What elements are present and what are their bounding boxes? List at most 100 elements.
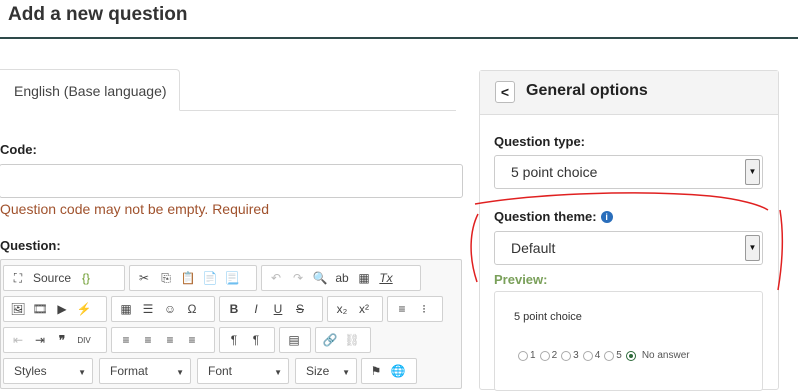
size-label: Size: [306, 364, 330, 378]
bullet-list-icon[interactable]: ⁝: [413, 298, 435, 320]
toolbar-group-insert: ▦ ☰ ☺ Ω: [111, 296, 215, 322]
indent-icon[interactable]: ⇥: [29, 329, 51, 351]
image-icon[interactable]: 🖼: [7, 298, 29, 320]
question-theme-select[interactable]: Default ▼: [494, 231, 763, 265]
toolbar-group-align: ≡ ≡ ≡ ≡: [111, 327, 215, 353]
blockquote-icon[interactable]: ❞: [51, 329, 73, 351]
code-label: Code:: [0, 142, 37, 157]
question-type-select[interactable]: 5 point choice ▼: [494, 155, 763, 189]
link-icon[interactable]: 🔗: [319, 329, 341, 351]
code-error-message: Question code may not be empty. Required: [0, 201, 270, 217]
styles-label: Styles: [14, 364, 47, 378]
code-input[interactable]: [0, 164, 463, 198]
paste-text-icon[interactable]: 📄: [199, 267, 221, 289]
template-icon[interactable]: ▤: [283, 329, 305, 351]
select-all-icon[interactable]: ▦: [353, 267, 375, 289]
toolbar-group-media: 🖼 🎞 ▶ ⚡: [3, 296, 107, 322]
toolbar-group-basic-styles: B I U S: [219, 296, 323, 322]
underline-icon[interactable]: U: [267, 298, 289, 320]
format-label: Format: [110, 364, 149, 378]
toolbar-group-blocks: ⇤ ⇥ ❞ DIV: [3, 327, 107, 353]
radio-option-2[interactable]: [539, 350, 550, 361]
radio-label-2: 2: [551, 350, 558, 361]
toolbar-group-lists: ≡ ⁝: [387, 296, 443, 322]
radio-label-3: 3: [573, 350, 579, 361]
radio-option-4[interactable]: [582, 350, 593, 361]
align-left-icon[interactable]: ≡: [115, 329, 137, 351]
align-right-icon[interactable]: ≡: [159, 329, 181, 351]
redo-icon[interactable]: ↷: [287, 267, 309, 289]
chevron-down-icon[interactable]: ▼: [745, 159, 760, 185]
copy-icon[interactable]: ⎘: [155, 267, 177, 289]
find-icon[interactable]: 🔍: [309, 267, 331, 289]
toolbar-group-direction: ¶ ¶: [219, 327, 275, 353]
flash-icon[interactable]: ⚡: [73, 298, 95, 320]
smiley-icon[interactable]: ☺: [159, 298, 181, 320]
align-center-icon[interactable]: ≡: [137, 329, 159, 351]
omega-icon[interactable]: Ω: [181, 298, 203, 320]
page-title: Add a new question: [8, 4, 188, 25]
superscript-icon[interactable]: x²: [353, 298, 375, 320]
preview-question-text: 5 point choice: [514, 311, 582, 323]
tab-english-base-language[interactable]: English (Base language): [0, 69, 180, 111]
paste-icon[interactable]: 📋: [177, 267, 199, 289]
remove-format-icon[interactable]: Tx: [375, 267, 397, 289]
div-icon[interactable]: DIV: [73, 329, 95, 351]
globe-icon[interactable]: 🌐: [387, 360, 409, 382]
rtl-icon[interactable]: ¶: [245, 329, 267, 351]
info-icon[interactable]: i: [600, 211, 613, 223]
horizontal-line-icon[interactable]: ☰: [137, 298, 159, 320]
chevron-down-icon: ▼: [342, 368, 350, 377]
question-theme-value: Default: [511, 240, 556, 256]
outdent-icon[interactable]: ⇤: [7, 329, 29, 351]
ltr-icon[interactable]: ¶: [223, 329, 245, 351]
question-type-label: Question type:: [494, 134, 586, 149]
unlink-icon[interactable]: ⛓: [341, 329, 363, 351]
radio-option-3[interactable]: [561, 350, 572, 361]
size-dropdown[interactable]: Size ▼: [295, 358, 357, 384]
radio-option-5[interactable]: [604, 350, 615, 361]
toolbar-group-clipboard: ✂ ⎘ 📋 📄 📃: [129, 265, 257, 291]
justify-icon[interactable]: ≡: [181, 329, 203, 351]
font-label: Font: [208, 364, 233, 378]
undo-icon[interactable]: ↶: [265, 267, 287, 289]
numbered-list-icon[interactable]: ≡: [391, 298, 413, 320]
font-dropdown[interactable]: Font ▼: [197, 358, 289, 384]
source-icon: {}: [82, 271, 91, 285]
preview-box: 5 point choice 1 2 3 4 5 No answer: [494, 291, 763, 391]
chevron-left-icon: <: [500, 84, 510, 100]
video-icon[interactable]: 🎞: [29, 298, 51, 320]
radio-label-4: 4: [594, 350, 601, 361]
replace-icon[interactable]: ab: [331, 267, 353, 289]
question-theme-label-text: Question theme:: [494, 209, 597, 224]
radio-label-1: 1: [530, 350, 536, 361]
paste-word-icon[interactable]: 📃: [221, 267, 243, 289]
rich-text-editor[interactable]: ⛶ Source {} ✂ ⎘ 📋 📄 📃 ↶ ↷ 🔍 ab ▦ Tx 🖼 🎞 …: [0, 259, 462, 389]
toolbar-group-scripts: x₂ x²: [327, 296, 383, 322]
cut-icon[interactable]: ✂: [133, 267, 155, 289]
chevron-down-icon[interactable]: ▼: [745, 235, 760, 261]
toolbar-group-misc: ⚑ 🌐: [361, 358, 417, 384]
maximize-icon[interactable]: ⛶: [7, 267, 29, 289]
panel-title: General options: [526, 82, 648, 99]
chevron-down-icon: ▼: [176, 368, 184, 377]
table-icon[interactable]: ▦: [115, 298, 137, 320]
bold-icon[interactable]: B: [223, 298, 245, 320]
subscript-icon[interactable]: x₂: [331, 298, 353, 320]
panel-header: < General options: [480, 71, 778, 115]
toolbar-group-editing: ↶ ↷ 🔍 ab ▦ Tx: [261, 265, 421, 291]
collapse-panel-button[interactable]: <: [495, 81, 515, 103]
source-button[interactable]: Source: [29, 267, 75, 289]
toolbar-group-templates: ▤: [279, 327, 311, 353]
radio-option-1[interactable]: [518, 350, 528, 361]
flag-icon[interactable]: ⚑: [365, 360, 387, 382]
styles-dropdown[interactable]: Styles ▼: [3, 358, 93, 384]
chevron-down-icon: ▼: [274, 368, 282, 377]
strike-icon[interactable]: S: [289, 298, 311, 320]
chevron-down-icon: ▼: [78, 368, 86, 377]
radio-option-no-answer[interactable]: [625, 350, 636, 361]
format-dropdown[interactable]: Format ▼: [99, 358, 191, 384]
italic-icon[interactable]: I: [245, 298, 267, 320]
play-icon[interactable]: ▶: [51, 298, 73, 320]
preview-label: Preview:: [494, 272, 548, 287]
